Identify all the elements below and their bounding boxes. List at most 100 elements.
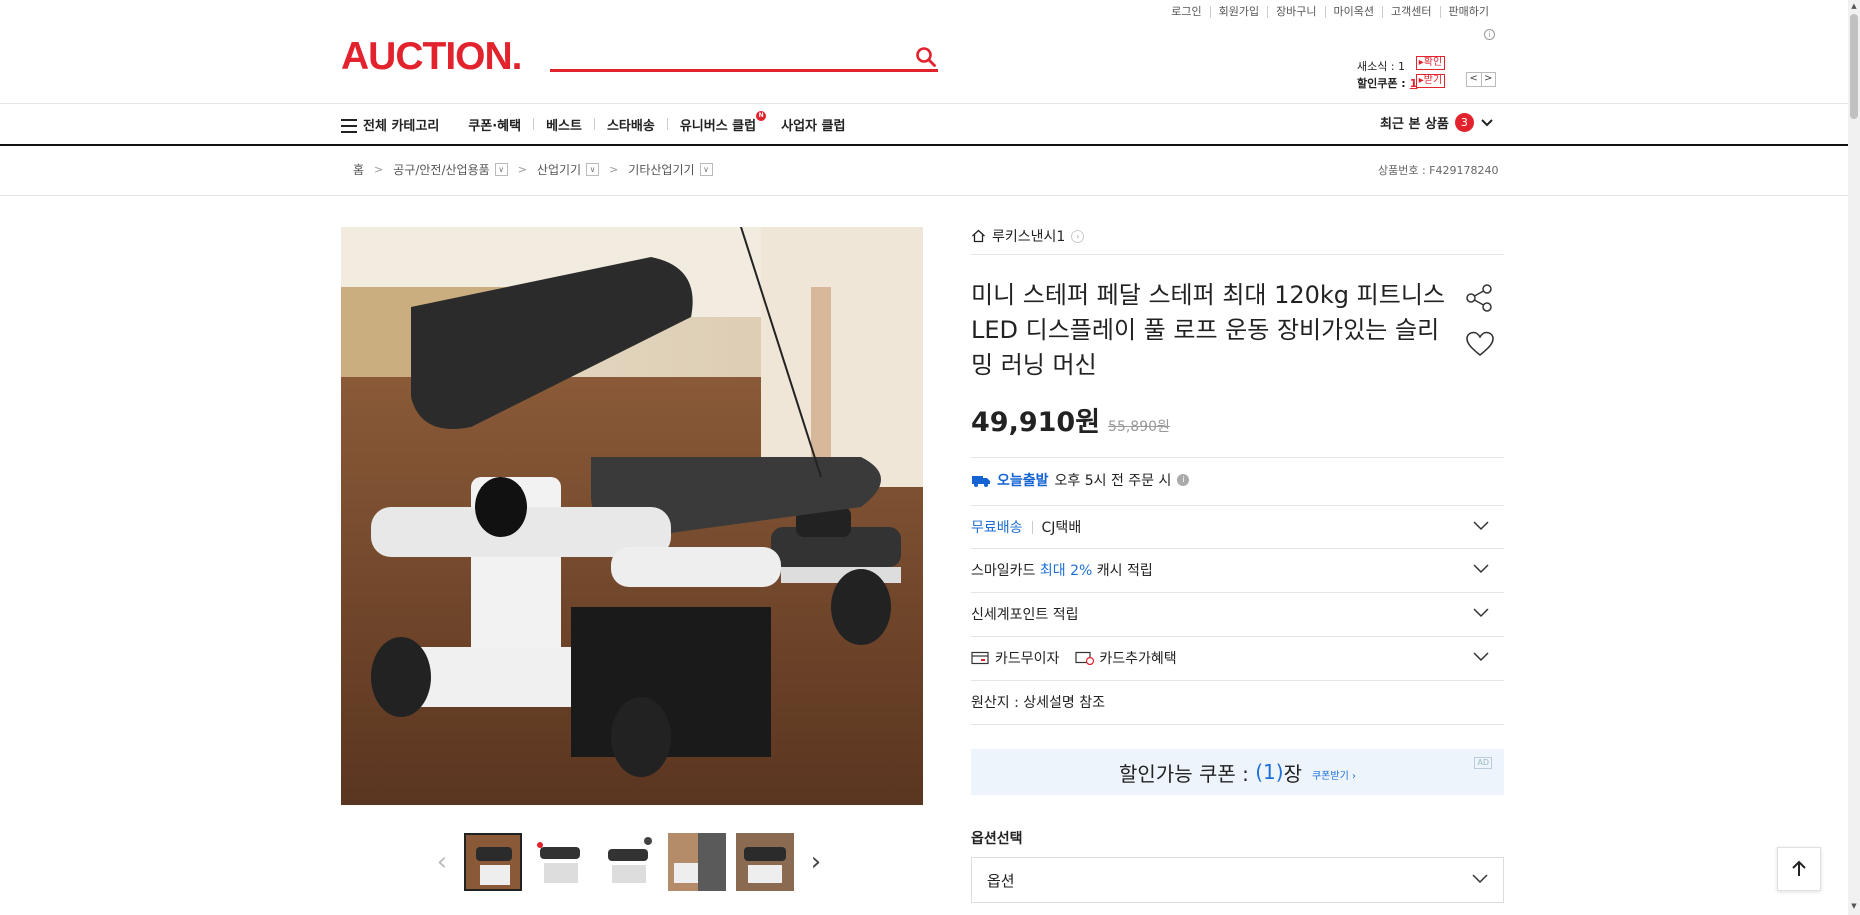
- thumbnail-4[interactable]: [668, 833, 726, 891]
- thumbnail-3[interactable]: [600, 833, 658, 891]
- mini-prev-button[interactable]: <: [1467, 73, 1482, 86]
- chevron-down-icon[interactable]: ∨: [494, 163, 508, 176]
- chevron-down-icon: [1473, 652, 1489, 662]
- nav-separator: [666, 118, 668, 130]
- coupon-banner-unit: 장: [1283, 761, 1302, 786]
- breadcrumb-level2[interactable]: 산업기기: [537, 161, 581, 178]
- coupon-mini: 할인쿠폰 :1: [1357, 75, 1417, 91]
- origin-label: 원산지 : 상세설명 참조: [971, 695, 1105, 711]
- page-scrollbar[interactable]: ▲ ▼: [1848, 0, 1860, 915]
- price-block: 49,910원 55,890원: [971, 400, 1170, 439]
- nav-business-club[interactable]: 사업자 클럽: [781, 115, 845, 134]
- cart-link[interactable]: 장바구니: [1267, 6, 1324, 18]
- card-benefit-label: 카드추가혜택: [1099, 651, 1177, 667]
- card-benefit-row[interactable]: 카드무이자 카드추가혜택: [971, 637, 1504, 679]
- nav-star-delivery[interactable]: 스타배송: [607, 115, 655, 134]
- mini-pager: < >: [1466, 72, 1496, 87]
- mini-next-button[interactable]: >: [1482, 73, 1496, 86]
- sell-link[interactable]: 판매하기: [1439, 6, 1497, 18]
- recent-viewed-count: 3: [1454, 113, 1474, 132]
- coupon-banner-label: 할인가능 쿠폰 :: [1119, 761, 1249, 786]
- info-icon[interactable]: i: [1484, 29, 1495, 40]
- thumbnail-5[interactable]: [736, 833, 794, 891]
- customer-center-link[interactable]: 고객센터: [1382, 6, 1439, 18]
- ssg-point-label: 신세계포인트 적립: [971, 607, 1079, 623]
- option-select-dropdown[interactable]: 옵션: [971, 857, 1504, 903]
- nav-universe-club[interactable]: 유니버스 클럽 N: [679, 110, 767, 134]
- smile-card-rate: 최대 2%: [1039, 563, 1093, 579]
- coupon-receive-button[interactable]: ▸받기: [1416, 74, 1445, 88]
- shipping-row[interactable]: 무료배송 CJ택배: [971, 506, 1504, 548]
- hamburger-icon: [341, 119, 357, 133]
- nav-separator: [533, 118, 535, 130]
- home-icon: [972, 229, 985, 243]
- main-nav: 전체 카테고리 쿠폰·혜택 베스트 스타배송 유니버스 클럽 N 사업자 클럽: [341, 110, 845, 135]
- origin-row: 원산지 : 상세설명 참조: [971, 681, 1504, 723]
- thumbnail-strip: ‹ ›: [430, 833, 828, 891]
- product-title: 미니 스테퍼 페달 스테퍼 최대 120kg 피트니스 LED 디스플레이 풀 …: [971, 281, 1445, 379]
- thumb-prev-arrow-icon[interactable]: ‹: [430, 847, 454, 877]
- chevron-down-icon[interactable]: ∨: [699, 163, 713, 176]
- card-icon: [971, 651, 989, 665]
- card-interest-label: 카드무이자: [995, 651, 1060, 667]
- heart-icon[interactable]: [1465, 330, 1495, 358]
- sale-price: 49,910원: [971, 407, 1101, 438]
- news-confirm-button[interactable]: ▸확인: [1416, 56, 1445, 70]
- nav-universe-club-label: 유니버스 클럽: [679, 118, 757, 134]
- free-shipping-label: 무료배송: [971, 520, 1023, 536]
- all-category-menu[interactable]: 전체 카테고리: [341, 115, 439, 134]
- search-icon[interactable]: [914, 45, 938, 69]
- smile-card-cash: 캐시 적립: [1096, 563, 1153, 579]
- chevron-down-icon: [1473, 564, 1489, 574]
- thumb-next-arrow-icon[interactable]: ›: [804, 847, 828, 877]
- smile-card-row[interactable]: 스마일카드 최대 2% 캐시 적립: [971, 549, 1504, 591]
- thumbnail-2[interactable]: [532, 833, 590, 891]
- coupon-receive-link[interactable]: 쿠폰받기 ›: [1312, 767, 1356, 782]
- breadcrumb-home[interactable]: 홈: [353, 161, 364, 178]
- my-auction-link[interactable]: 마이옥션: [1324, 6, 1382, 18]
- scrollbar-thumb[interactable]: [1850, 14, 1858, 119]
- chevron-down-icon: [1473, 608, 1489, 618]
- product-number: 상품번호 : F429178240: [1378, 164, 1499, 177]
- scroll-down-arrow-icon[interactable]: ▼: [1850, 902, 1858, 910]
- auction-logo[interactable]: AUCTION.: [341, 37, 522, 77]
- today-dispatch: 오늘출발 오후 5시 전 주문 시 i: [971, 470, 1190, 490]
- divider: [971, 457, 1504, 458]
- all-category-label: 전체 카테고리: [363, 118, 440, 134]
- scroll-to-top-button[interactable]: [1777, 847, 1821, 891]
- smile-card-label: 스마일카드: [971, 563, 1036, 579]
- stepper-image: [341, 227, 923, 805]
- today-dispatch-badge: 오늘출발: [997, 473, 1049, 489]
- scroll-up-arrow-icon[interactable]: ▲: [1850, 2, 1858, 10]
- signup-link[interactable]: 회원가입: [1209, 6, 1267, 18]
- search-input[interactable]: [550, 42, 890, 68]
- truck-icon: [972, 476, 990, 487]
- card-plus-icon: [1075, 651, 1095, 665]
- main-product-image[interactable]: [341, 227, 923, 805]
- nav-bottom-border: [0, 144, 1848, 146]
- breadcrumb-level1[interactable]: 공구/안전/산업용품: [393, 161, 489, 178]
- ssg-point-row[interactable]: 신세계포인트 적립: [971, 593, 1504, 635]
- new-badge-icon: N: [756, 110, 767, 121]
- top-utility-links: 로그인 회원가입 장바구니 마이옥션 고객센터 판매하기: [1163, 6, 1497, 18]
- coupon-banner[interactable]: 할인가능 쿠폰 : (1) 장 쿠폰받기 › AD: [971, 749, 1504, 795]
- chevron-down-icon: [1473, 521, 1489, 531]
- chevron-down-icon[interactable]: ∨: [586, 163, 600, 176]
- thumbnail-1[interactable]: [464, 833, 522, 891]
- chevron-right-icon: ›: [1071, 229, 1085, 243]
- nav-best[interactable]: 베스트: [546, 115, 582, 134]
- breadcrumb: 홈 > 공구/안전/산업용품 ∨ > 산업기기 ∨ > 기타산업기기 ∨: [353, 161, 713, 178]
- seller-link[interactable]: 루키스낸시1 ›: [971, 226, 1085, 246]
- breadcrumb-level3[interactable]: 기타산업기기: [628, 161, 694, 178]
- share-icon[interactable]: [1465, 284, 1495, 312]
- recent-viewed-label: 최근 본 상품: [1380, 117, 1449, 132]
- original-price: 55,890원: [1108, 419, 1170, 435]
- nav-coupon-benefit[interactable]: 쿠폰·혜택: [468, 115, 521, 134]
- divider: [0, 103, 1848, 104]
- nav-separator: [593, 118, 595, 130]
- recent-viewed-toggle[interactable]: 최근 본 상품 3: [1380, 113, 1494, 132]
- login-link[interactable]: 로그인: [1163, 6, 1209, 18]
- divider: [971, 724, 1504, 725]
- chevron-down-icon: [1481, 118, 1493, 126]
- info-icon[interactable]: i: [1177, 474, 1190, 486]
